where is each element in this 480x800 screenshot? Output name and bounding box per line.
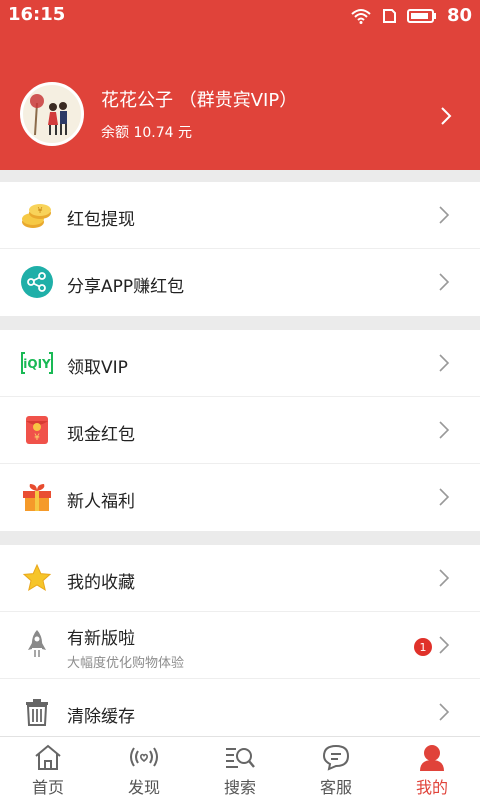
balance-text: 余额 10.74 元 bbox=[101, 125, 192, 141]
menu-item-new-version[interactable]: 有新版啦 大幅度优化购物体验 1 bbox=[0, 612, 480, 679]
menu-label: 清除缓存 bbox=[67, 707, 135, 727]
menu-item-cash-red-packet[interactable]: ¥ 现金红包 bbox=[0, 397, 480, 464]
menu-item-withdraw[interactable]: ¥ 红包提现 bbox=[0, 182, 480, 249]
status-bar: 16:15 80 bbox=[0, 0, 480, 30]
menu-group-benefits: iQIY 领取VIP ¥ 现金红包 新人福利 bbox=[0, 330, 480, 531]
tab-label: 我的 bbox=[415, 778, 448, 797]
tab-search[interactable]: 搜索 bbox=[192, 737, 288, 800]
chevron-right-icon bbox=[439, 273, 450, 291]
search-icon bbox=[224, 743, 256, 771]
gift-icon bbox=[20, 480, 54, 514]
wifi-icon bbox=[351, 8, 371, 24]
chevron-right-icon bbox=[439, 703, 450, 721]
home-icon bbox=[33, 743, 63, 771]
coins-icon: ¥ bbox=[20, 198, 54, 232]
chevron-right-icon bbox=[439, 569, 450, 587]
status-icons: 80 bbox=[351, 5, 472, 26]
bottom-tab-bar: 首页 发现 搜索 客服 我的 bbox=[0, 736, 480, 800]
menu-label: 有新版啦 bbox=[67, 629, 135, 649]
menu-item-favorites[interactable]: 我的收藏 bbox=[0, 545, 480, 612]
avatar[interactable] bbox=[20, 82, 84, 146]
chevron-right-icon bbox=[439, 488, 450, 506]
tab-label: 客服 bbox=[319, 778, 352, 797]
trash-icon bbox=[20, 695, 54, 729]
tab-discover[interactable]: 发现 bbox=[96, 737, 192, 800]
user-icon bbox=[417, 743, 447, 771]
chevron-right-icon bbox=[439, 354, 450, 372]
tab-label: 发现 bbox=[127, 778, 160, 797]
menu-sublabel: 大幅度优化购物体验 bbox=[67, 656, 185, 671]
chevron-right-icon bbox=[439, 206, 450, 224]
svg-text:¥: ¥ bbox=[37, 206, 42, 215]
battery-level: 80 bbox=[446, 5, 472, 26]
sim-card-icon bbox=[382, 8, 396, 23]
menu-group-settings: 我的收藏 有新版啦 大幅度优化购物体验 1 清除缓存 bbox=[0, 545, 480, 746]
status-time: 16:15 bbox=[8, 4, 66, 25]
svg-text:iQIY: iQIY bbox=[23, 357, 51, 371]
tab-label: 首页 bbox=[31, 778, 64, 797]
share-icon bbox=[20, 265, 54, 299]
menu-label: 分享APP赚红包 bbox=[67, 277, 185, 297]
star-icon bbox=[20, 561, 54, 595]
tab-home[interactable]: 首页 bbox=[0, 737, 96, 800]
menu-label: 新人福利 bbox=[67, 492, 135, 512]
notification-badge: 1 bbox=[414, 638, 432, 656]
menu-item-newcomer-benefits[interactable]: 新人福利 bbox=[0, 464, 480, 531]
menu-label: 现金红包 bbox=[67, 425, 135, 445]
chevron-right-icon bbox=[439, 636, 450, 654]
iqiyi-logo-icon: iQIY bbox=[20, 346, 54, 380]
chat-icon bbox=[321, 743, 351, 771]
profile-name: 花花公子 （群贵宾VIP） bbox=[101, 90, 298, 111]
rocket-icon bbox=[20, 628, 54, 662]
menu-label: 红包提现 bbox=[67, 210, 135, 230]
menu-item-get-vip[interactable]: iQIY 领取VIP bbox=[0, 330, 480, 397]
svg-text:¥: ¥ bbox=[34, 433, 40, 443]
tab-mine[interactable]: 我的 bbox=[384, 737, 480, 800]
menu-label: 领取VIP bbox=[67, 358, 128, 378]
menu-item-share-app[interactable]: 分享APP赚红包 bbox=[0, 249, 480, 316]
menu-group-wallet: ¥ 红包提现 分享APP赚红包 bbox=[0, 182, 480, 316]
discover-icon bbox=[128, 743, 160, 771]
chevron-right-icon bbox=[439, 421, 450, 439]
profile-header[interactable]: 花花公子 （群贵宾VIP） 余额 10.74 元 bbox=[0, 30, 480, 170]
tab-customer-service[interactable]: 客服 bbox=[288, 737, 384, 800]
chevron-right-icon bbox=[441, 107, 452, 125]
tab-label: 搜索 bbox=[223, 778, 256, 797]
menu-label: 我的收藏 bbox=[67, 573, 135, 593]
battery-icon bbox=[406, 8, 436, 23]
red-envelope-icon: ¥ bbox=[20, 413, 54, 447]
